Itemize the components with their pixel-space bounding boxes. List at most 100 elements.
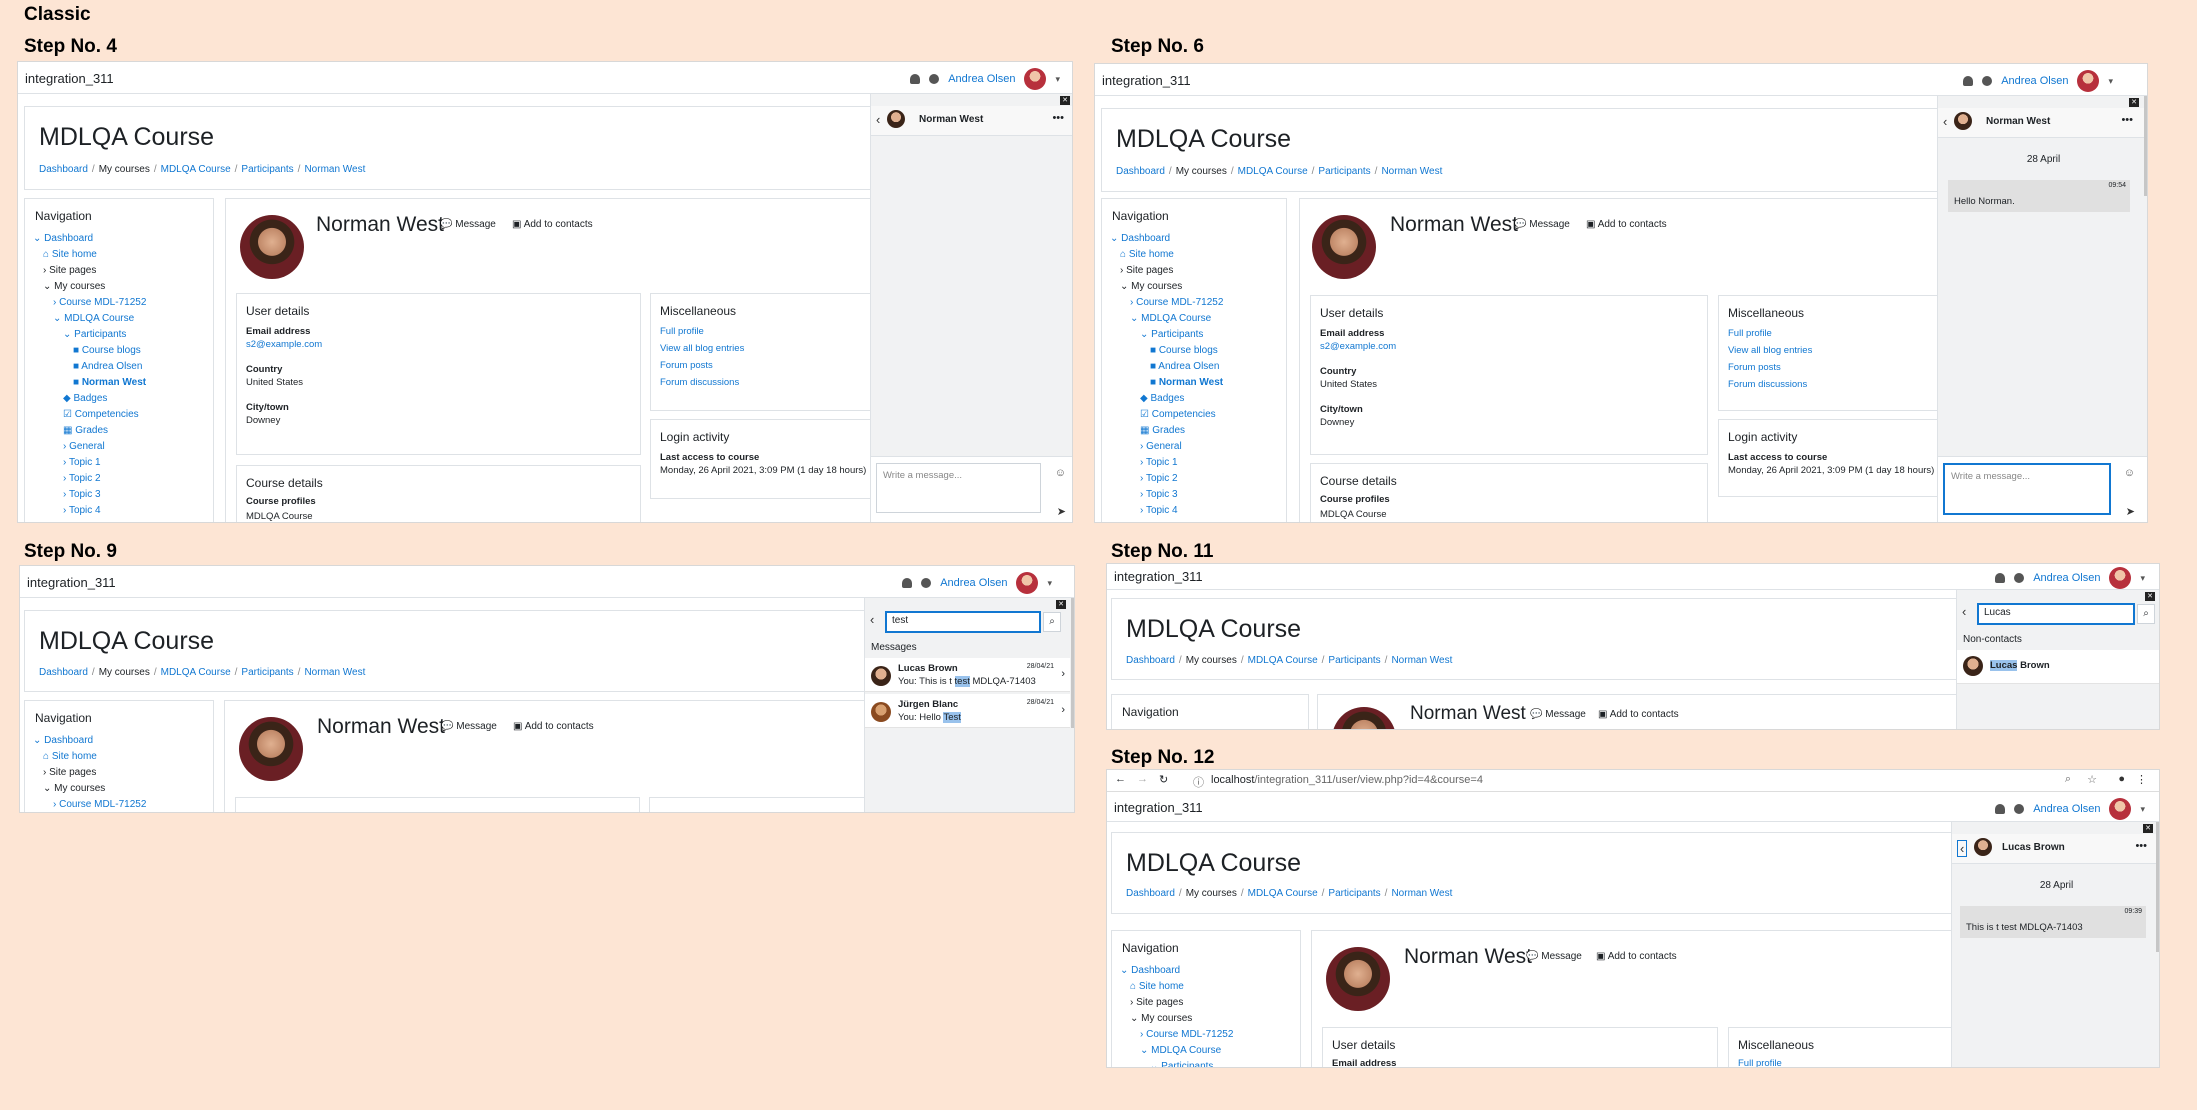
user-name[interactable]: Andrea Olsen: [2033, 803, 2100, 815]
menu-icon[interactable]: ⋮: [2136, 773, 2147, 786]
site-name[interactable]: integration_311: [25, 71, 114, 86]
scrollbar[interactable]: [2144, 96, 2147, 196]
message-button[interactable]: 💬 Message: [440, 219, 496, 230]
chat-icon[interactable]: [2014, 573, 2025, 583]
message-input[interactable]: Write a message...: [876, 463, 1041, 513]
user-name[interactable]: Andrea Olsen: [948, 73, 1015, 85]
more-icon[interactable]: •••: [2121, 114, 2133, 126]
more-icon[interactable]: •••: [2135, 840, 2147, 852]
back-icon[interactable]: ‹: [1943, 114, 1947, 129]
message-bubble: 09:39 This is t test MDLQA-71403: [1960, 906, 2146, 938]
bell-icon[interactable]: [1995, 573, 2006, 583]
chevron-down-icon[interactable]: ▾: [2140, 804, 2145, 815]
message-button[interactable]: 💬 Message: [1530, 709, 1586, 720]
chat-icon[interactable]: [929, 74, 940, 84]
chevron-down-icon[interactable]: ▾: [2108, 76, 2113, 87]
course-title: MDLQA Course: [39, 123, 215, 151]
send-icon[interactable]: ➤: [1057, 505, 1066, 518]
site-name[interactable]: integration_311: [1102, 73, 1191, 88]
breadcrumb: Dashboard / My courses / MDLQA Course / Partic…: [1126, 888, 1453, 899]
top-navbar: integration_311 Andrea Olsen ▾: [20, 566, 1074, 598]
message-button[interactable]: 💬 Message: [441, 721, 497, 732]
send-icon[interactable]: ➤: [2126, 505, 2135, 518]
page-header: MDLQA Course Dashboard / My courses / MDLQA …: [1111, 598, 2011, 680]
list-item[interactable]: Lucas Brown: [1957, 650, 2159, 684]
browser-toolbar: ← → ↻ ⓘ localhost/integration_311/user/v…: [1107, 770, 2159, 792]
user-avatar[interactable]: [2077, 70, 2100, 92]
chat-icon[interactable]: [1982, 76, 1993, 86]
bell-icon[interactable]: [910, 74, 921, 84]
emoji-icon[interactable]: ☺: [1055, 467, 1066, 479]
user-avatar[interactable]: [2109, 798, 2132, 820]
message-button[interactable]: 💬 Message: [1514, 219, 1570, 230]
chat-icon[interactable]: [921, 578, 932, 588]
zoom-icon[interactable]: ⌕: [2065, 773, 2071, 786]
list-item[interactable]: Lucas Brown You: This is t test MDLQA-71…: [865, 658, 1070, 692]
add-contact-button[interactable]: ▣ Add to contacts: [1586, 219, 1667, 230]
close-icon[interactable]: ✕: [2129, 98, 2139, 107]
add-contact-button[interactable]: ▣ Add to contacts: [513, 721, 594, 732]
user-avatar[interactable]: [1024, 68, 1047, 90]
user-details-card: User details Email address s2@example.co…: [236, 293, 641, 455]
message-button[interactable]: 💬 Message: [1526, 951, 1582, 962]
close-icon[interactable]: ✕: [1056, 600, 1066, 609]
scrollbar[interactable]: [2156, 822, 2159, 952]
user-avatar[interactable]: [2109, 567, 2132, 589]
contact-name[interactable]: Norman West: [1986, 116, 2050, 127]
bell-icon[interactable]: [1963, 76, 1974, 86]
bell-icon[interactable]: [902, 578, 913, 588]
back-icon[interactable]: ‹: [876, 112, 880, 127]
add-contact-button[interactable]: ▣ Add to contacts: [1598, 709, 1679, 720]
more-icon[interactable]: •••: [1052, 112, 1064, 124]
emoji-icon[interactable]: ☺: [2124, 467, 2135, 479]
user-details-card: User details Email address: [1322, 1027, 1718, 1067]
site-name[interactable]: integration_311: [1114, 569, 1203, 584]
site-name[interactable]: integration_311: [27, 575, 116, 590]
user-name[interactable]: Andrea Olsen: [2033, 572, 2100, 584]
profile-icon[interactable]: ●: [2118, 773, 2125, 785]
url-field[interactable]: localhost/integration_311/user/view.php?…: [1211, 774, 1483, 786]
course-title: MDLQA Course: [1126, 615, 1302, 643]
list-item[interactable]: Jürgen Blanc You: Hello Test 28/04/21 ›: [865, 694, 1070, 728]
contact-name[interactable]: Lucas Brown: [2002, 842, 2065, 853]
user-name[interactable]: Andrea Olsen: [2001, 75, 2068, 87]
profile-avatar: [240, 215, 304, 279]
back-icon[interactable]: ‹: [1962, 604, 1966, 619]
bell-icon[interactable]: [1995, 804, 2006, 814]
search-input[interactable]: test: [885, 611, 1041, 633]
profile-name: Norman West: [316, 213, 444, 236]
message-input[interactable]: Write a message...: [1943, 463, 2111, 515]
profile-avatar: [1332, 707, 1396, 729]
main-region: Norman West 💬 Message ▣ Add to contacts: [1317, 694, 2017, 729]
page-title: Classic: [24, 4, 91, 25]
add-contact-button[interactable]: ▣ Add to contacts: [1596, 951, 1677, 962]
course-title: MDLQA Course: [1116, 125, 1292, 153]
site-name[interactable]: integration_311: [1114, 800, 1203, 815]
back-arrow-icon[interactable]: ←: [1115, 773, 1126, 785]
user-name[interactable]: Andrea Olsen: [940, 577, 1007, 589]
chevron-down-icon[interactable]: ▾: [2140, 573, 2145, 584]
message-bubble: 09:54 Hello Norman.: [1948, 180, 2130, 212]
close-icon[interactable]: ✕: [2143, 824, 2153, 833]
star-icon[interactable]: ☆: [2087, 773, 2097, 786]
add-contact-button[interactable]: ▣ Add to contacts: [512, 219, 593, 230]
reload-icon[interactable]: ↻: [1159, 773, 1168, 786]
forward-arrow-icon[interactable]: →: [1137, 773, 1148, 785]
chat-icon[interactable]: [2014, 804, 2025, 814]
profile-name: Norman West: [317, 715, 445, 738]
chevron-down-icon[interactable]: ▾: [1055, 74, 1060, 85]
section-label: Non-contacts: [1963, 634, 2022, 645]
search-input[interactable]: Lucas: [1977, 603, 2135, 625]
back-icon[interactable]: ‹: [1957, 840, 1968, 857]
scrollbar[interactable]: [1071, 598, 1074, 728]
search-icon[interactable]: ⌕: [1043, 612, 1061, 632]
back-icon[interactable]: ‹: [870, 612, 874, 627]
user-avatar[interactable]: [1016, 572, 1039, 594]
search-icon[interactable]: ⌕: [2137, 604, 2155, 624]
close-icon[interactable]: ✕: [2145, 592, 2155, 601]
close-icon[interactable]: ✕: [1060, 96, 1070, 105]
contact-name[interactable]: Norman West: [919, 114, 983, 125]
main-region: Norman West 💬 Message ▣ Add to contacts: [224, 700, 924, 812]
chevron-down-icon[interactable]: ▾: [1047, 578, 1052, 589]
breadcrumb: Dashboard / My courses / MDLQA Course / Partic…: [1126, 655, 1453, 666]
